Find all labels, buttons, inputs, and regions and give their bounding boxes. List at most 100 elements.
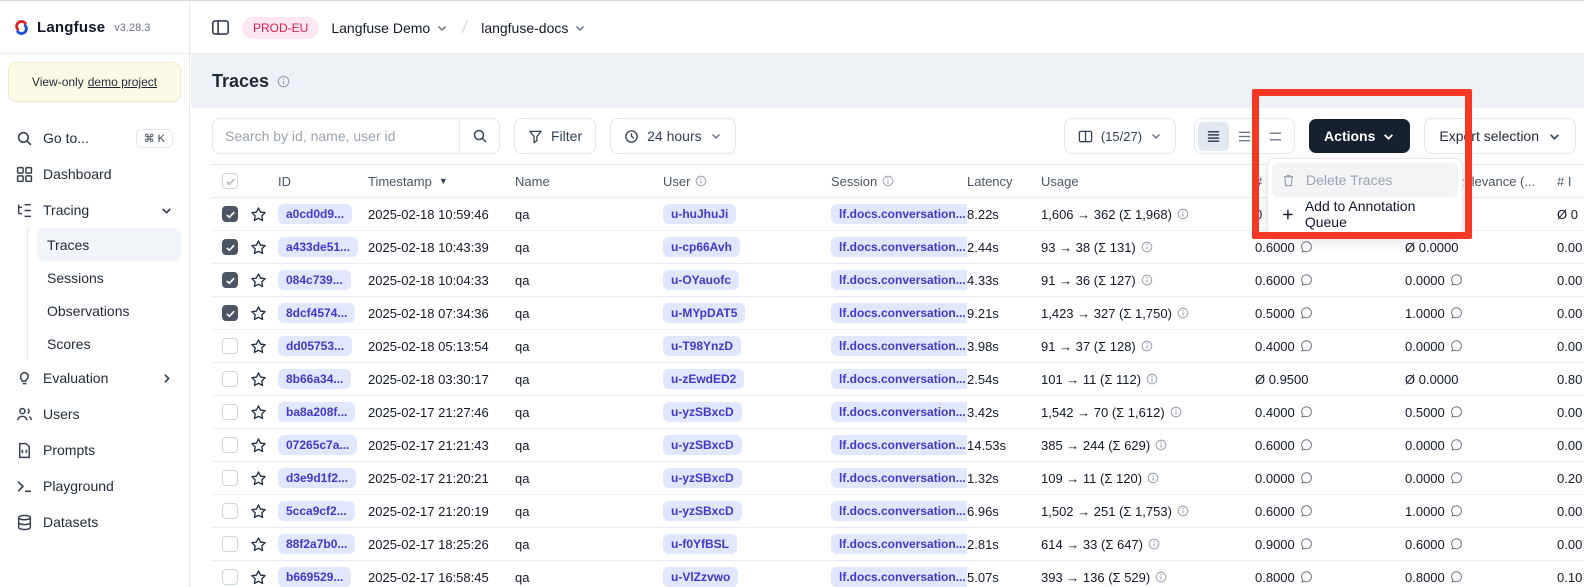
user-badge[interactable]: u-huJhuJi (663, 204, 736, 224)
star-icon[interactable] (250, 272, 267, 289)
star-icon[interactable] (250, 239, 267, 256)
header-id[interactable]: ID (278, 174, 368, 189)
user-badge[interactable]: u-cp66Avh (663, 237, 740, 257)
search-submit-button[interactable] (459, 119, 499, 153)
sidebar-item-dashboard[interactable]: Dashboard (8, 156, 181, 192)
star-icon[interactable] (250, 503, 267, 520)
row-checkbox[interactable] (222, 437, 238, 453)
session-badge[interactable]: lf.docs.conversation... (831, 204, 967, 224)
star-icon[interactable] (250, 437, 267, 454)
table-row[interactable]: ba8a208f... 2025-02-17 21:27:46 qa u-yzS… (212, 396, 1584, 429)
sidebar-item-users[interactable]: Users (8, 396, 181, 432)
sidebar-item-sessions[interactable]: Sessions (37, 261, 181, 294)
goto-search[interactable]: Go to... ⌘ K (8, 120, 181, 156)
table-row[interactable]: b669529... 2025-02-17 16:58:45 qa u-VlZz… (212, 561, 1584, 587)
star-icon[interactable] (250, 305, 267, 322)
session-badge[interactable]: lf.docs.conversation... (831, 336, 967, 356)
user-badge[interactable]: u-zEwdED2 (663, 369, 744, 389)
session-badge[interactable]: lf.docs.conversation... (831, 435, 967, 455)
row-checkbox[interactable] (222, 470, 238, 486)
trace-id-badge[interactable]: a0cd0d9... (278, 204, 352, 224)
session-badge[interactable]: lf.docs.conversation... (831, 501, 967, 521)
row-checkbox[interactable] (222, 239, 238, 255)
sidebar-item-evaluation[interactable]: Evaluation (8, 360, 181, 396)
table-row[interactable]: dd05753... 2025-02-18 05:13:54 qa u-T98Y… (212, 330, 1584, 363)
session-badge[interactable]: lf.docs.conversation... (831, 237, 967, 257)
header-session[interactable]: Session (831, 174, 967, 189)
row-checkbox[interactable] (222, 404, 238, 420)
table-row[interactable]: 8dcf4574... 2025-02-18 07:34:36 qa u-MYp… (212, 297, 1584, 330)
star-icon[interactable] (250, 404, 267, 421)
session-badge[interactable]: lf.docs.conversation... (831, 369, 967, 389)
row-height-medium-button[interactable] (1229, 122, 1260, 151)
select-all-checkbox[interactable] (222, 173, 238, 189)
row-checkbox[interactable] (222, 569, 238, 585)
sidebar-item-prompts[interactable]: Prompts (8, 432, 181, 468)
sidebar-item-playground[interactable]: Playground (8, 468, 181, 504)
row-checkbox[interactable] (222, 206, 238, 222)
sidebar-item-traces[interactable]: Traces (37, 228, 181, 261)
trace-id-badge[interactable]: 88f2a7b0... (278, 534, 355, 554)
trace-id-badge[interactable]: d3e9d1f2... (278, 468, 356, 488)
search-input[interactable] (213, 119, 459, 153)
star-icon[interactable] (250, 338, 267, 355)
table-row[interactable]: d3e9d1f2... 2025-02-17 21:20:21 qa u-yzS… (212, 462, 1584, 495)
trace-id-badge[interactable]: 8dcf4574... (278, 303, 355, 323)
star-icon[interactable] (250, 569, 267, 586)
user-badge[interactable]: u-yzSBxcD (663, 435, 742, 455)
actions-button[interactable]: Actions (1309, 119, 1410, 153)
user-badge[interactable]: u-yzSBxcD (663, 501, 742, 521)
header-score-c[interactable]: # I (1557, 174, 1584, 189)
filter-button[interactable]: Filter (514, 118, 596, 154)
user-badge[interactable]: u-MYpDAT5 (663, 303, 745, 323)
session-badge[interactable]: lf.docs.conversation... (831, 402, 967, 422)
user-badge[interactable]: u-T98YnzD (663, 336, 741, 356)
session-badge[interactable]: lf.docs.conversation... (831, 534, 967, 554)
row-checkbox[interactable] (222, 371, 238, 387)
sidebar-item-observations[interactable]: Observations (37, 294, 181, 327)
row-height-small-button[interactable] (1198, 122, 1229, 151)
user-badge[interactable]: u-f0YfBSL (663, 534, 737, 554)
time-range-button[interactable]: 24 hours (610, 118, 735, 154)
star-icon[interactable] (250, 206, 267, 223)
session-badge[interactable]: lf.docs.conversation... (831, 567, 967, 587)
star-icon[interactable] (250, 536, 267, 553)
table-row[interactable]: 8b66a34... 2025-02-18 03:30:17 qa u-zEwd… (212, 363, 1584, 396)
table-row[interactable]: 5cca9cf2... 2025-02-17 21:20:19 qa u-yzS… (212, 495, 1584, 528)
row-height-large-button[interactable] (1260, 122, 1291, 151)
trace-id-badge[interactable]: 8b66a34... (278, 369, 351, 389)
trace-id-badge[interactable]: 07265c7a... (278, 435, 357, 455)
user-badge[interactable]: u-VlZzvwo (663, 567, 738, 587)
header-usage[interactable]: Usage (1041, 174, 1255, 189)
row-checkbox[interactable] (222, 536, 238, 552)
star-icon[interactable] (250, 470, 267, 487)
trace-id-badge[interactable]: b669529... (278, 567, 351, 587)
row-checkbox[interactable] (222, 503, 238, 519)
menu-item-delete-traces[interactable]: Delete Traces (1272, 163, 1458, 197)
trace-id-badge[interactable]: dd05753... (278, 336, 352, 356)
sidebar-item-scores[interactable]: Scores (37, 327, 181, 360)
header-name[interactable]: Name (515, 174, 663, 189)
trace-id-badge[interactable]: 5cca9cf2... (278, 501, 355, 521)
export-selection-button[interactable]: Export selection (1424, 118, 1576, 154)
header-timestamp[interactable]: Timestamp▼ (368, 174, 515, 189)
trace-id-badge[interactable]: 084c739... (278, 270, 351, 290)
session-badge[interactable]: lf.docs.conversation... (831, 468, 967, 488)
row-checkbox[interactable] (222, 338, 238, 354)
table-row[interactable]: 88f2a7b0... 2025-02-17 18:25:26 qa u-f0Y… (212, 528, 1584, 561)
columns-button[interactable]: (15/27) (1064, 118, 1176, 154)
sidebar-item-tracing[interactable]: Tracing (8, 192, 181, 228)
header-latency[interactable]: Latency (967, 174, 1041, 189)
session-badge[interactable]: lf.docs.conversation... (831, 270, 967, 290)
trace-id-badge[interactable]: a433de51... (278, 237, 358, 257)
breadcrumb-org[interactable]: Langfuse Demo (331, 20, 448, 36)
star-icon[interactable] (250, 371, 267, 388)
user-badge[interactable]: u-OYauofc (663, 270, 739, 290)
sidebar-item-datasets[interactable]: Datasets (8, 504, 181, 540)
sidebar-toggle-icon[interactable] (211, 18, 230, 37)
table-row[interactable]: 084c739... 2025-02-18 10:04:33 qa u-OYau… (212, 264, 1584, 297)
user-badge[interactable]: u-yzSBxcD (663, 468, 742, 488)
trace-id-badge[interactable]: ba8a208f... (278, 402, 355, 422)
menu-item-add-to-annotation-queue[interactable]: Add to Annotation Queue (1272, 197, 1458, 231)
session-badge[interactable]: lf.docs.conversation... (831, 303, 967, 323)
